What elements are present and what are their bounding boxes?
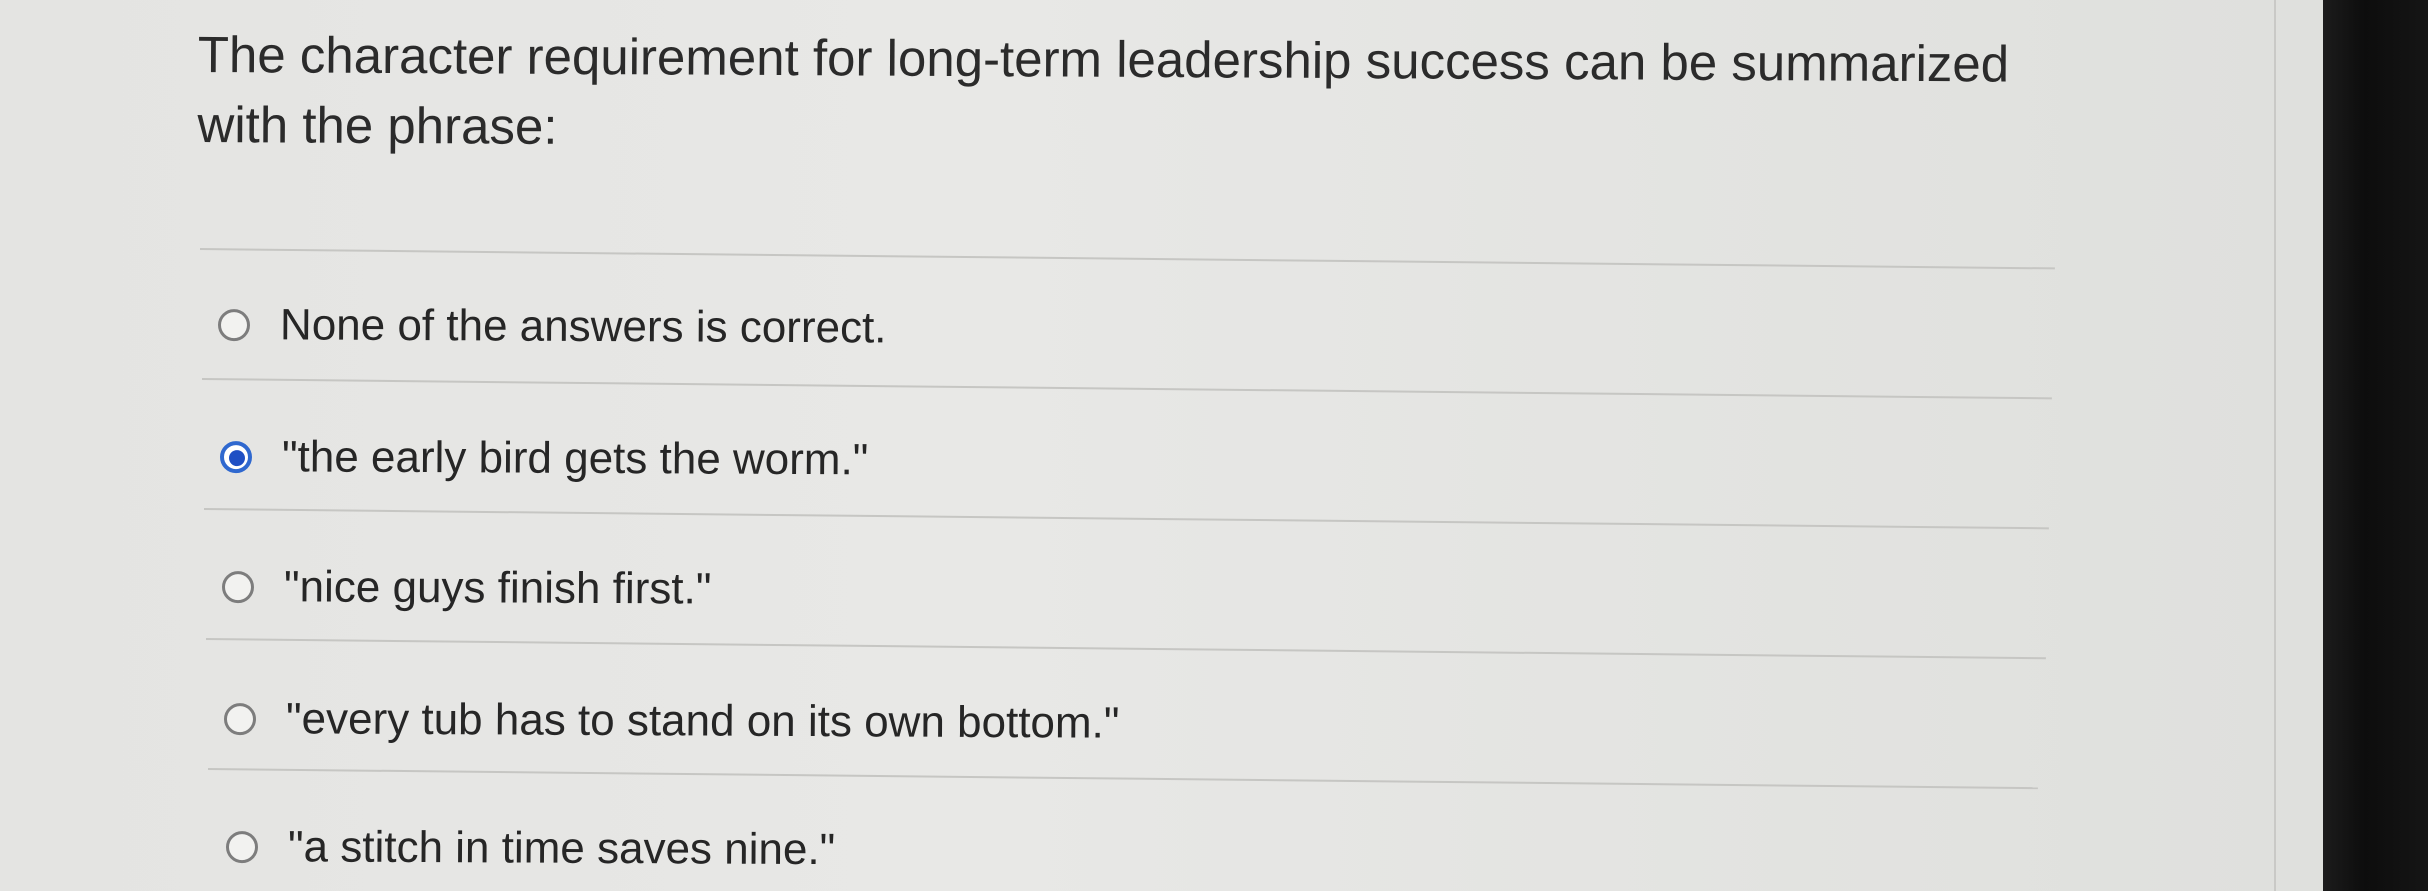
radio-button[interactable] <box>225 831 259 864</box>
option-label: "a stitch in time saves nine." <box>287 822 836 875</box>
radio-button-selected[interactable] <box>219 441 253 474</box>
radio-button[interactable] <box>223 703 257 736</box>
option-label: "the early bird gets the worm." <box>281 432 869 485</box>
radio-button[interactable] <box>221 571 255 604</box>
divider <box>199 248 2055 270</box>
panel-edge <box>2274 0 2276 891</box>
quiz-screen: The character requirement for long-term … <box>0 0 2428 891</box>
answer-option-4[interactable]: "every tub has to stand on its own botto… <box>223 694 1120 749</box>
divider <box>207 768 2038 790</box>
option-label: "every tub has to stand on its own botto… <box>285 694 1120 748</box>
monitor-bezel <box>2323 0 2428 891</box>
answer-option-2[interactable]: "the early bird gets the worm." <box>219 432 869 485</box>
radio-button[interactable] <box>217 309 251 342</box>
answer-option-1[interactable]: None of the answers is correct. <box>217 300 887 353</box>
option-label: None of the answers is correct. <box>279 300 887 353</box>
answer-option-3[interactable]: "nice guys finish first." <box>221 562 712 615</box>
answer-option-5[interactable]: "a stitch in time saves nine." <box>225 822 836 875</box>
question-text: The character requirement for long-term … <box>197 25 2010 155</box>
divider <box>203 508 2049 530</box>
divider <box>205 638 2046 660</box>
option-label: "nice guys finish first." <box>283 562 712 614</box>
divider <box>201 378 2052 400</box>
